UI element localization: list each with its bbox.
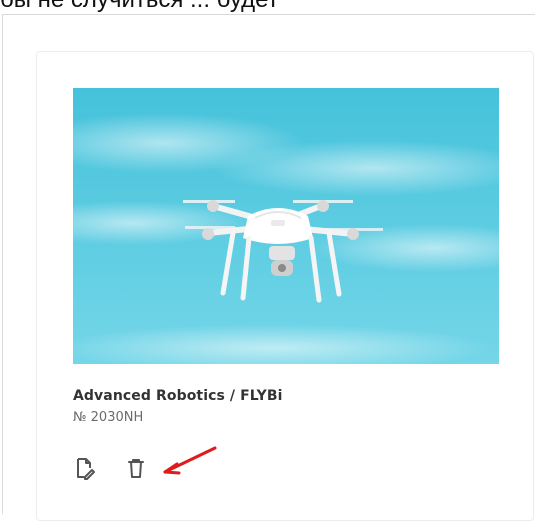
annotation-arrow-icon [163, 446, 217, 475]
clipped-header-text: бы не случиться ... будет [0, 0, 535, 14]
device-card: Advanced Robotics / FLYBi № 2030NH [36, 51, 534, 521]
delete-button[interactable] [125, 456, 147, 480]
device-photo [73, 88, 499, 364]
device-serial: № 2030NH [73, 410, 144, 425]
edit-document-icon [77, 458, 95, 480]
page-container: Advanced Robotics / FLYBi № 2030NH [2, 14, 535, 521]
edit-button[interactable] [73, 456, 95, 480]
device-title: Advanced Robotics / FLYBi [73, 388, 283, 404]
trash-icon [128, 459, 144, 478]
